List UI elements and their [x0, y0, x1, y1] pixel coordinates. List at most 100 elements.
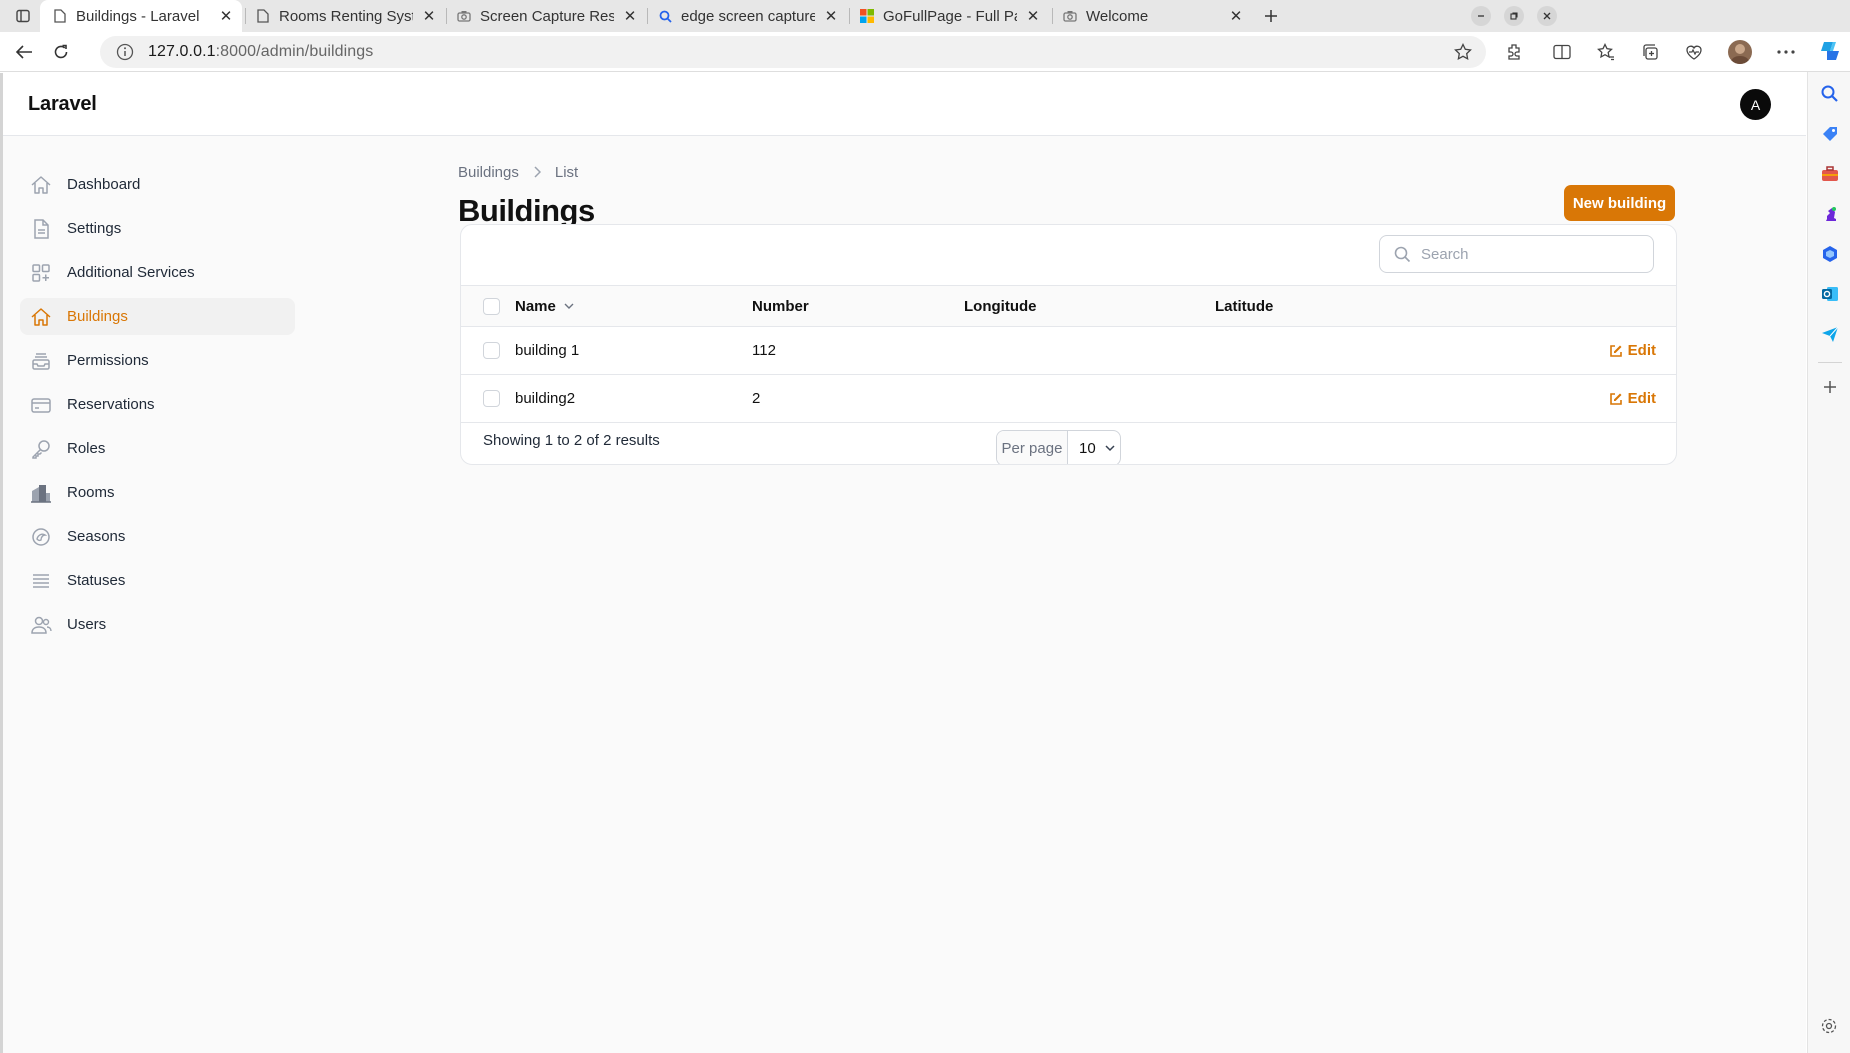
profile-avatar-icon[interactable] [1728, 40, 1752, 64]
edit-button[interactable]: Edit [1609, 342, 1656, 359]
camera-icon [456, 8, 472, 24]
back-icon[interactable] [12, 40, 36, 64]
send-drop-icon[interactable] [1820, 324, 1840, 344]
close-icon[interactable]: ✕ [1228, 8, 1244, 25]
row-checkbox[interactable] [483, 342, 500, 359]
refresh-icon[interactable] [49, 40, 73, 64]
per-page-dropdown[interactable]: 10 [1068, 431, 1120, 464]
users-icon [30, 614, 52, 636]
edit-button[interactable]: Edit [1609, 390, 1656, 407]
pencil-square-icon [1609, 344, 1622, 357]
sidebar-item-settings[interactable]: Settings [20, 210, 295, 247]
browser-tab[interactable]: Screen Capture Result ✕ [444, 0, 646, 32]
sidebar-item-statuses[interactable]: Statuses [20, 562, 295, 599]
url-text: 127.0.0.1:8000/admin/buildings [148, 43, 373, 61]
cell-number: 112 [752, 342, 776, 359]
tab-actions-icon[interactable] [13, 6, 33, 26]
close-icon[interactable]: ✕ [622, 8, 638, 25]
column-name-sort[interactable]: Name [515, 298, 574, 315]
close-icon[interactable]: ✕ [421, 8, 437, 25]
add-icon[interactable] [1820, 377, 1840, 397]
minimize-icon[interactable] [1471, 6, 1491, 26]
browser-essentials-icon[interactable] [1683, 41, 1705, 63]
favorites-icon[interactable] [1595, 41, 1617, 63]
close-window-icon[interactable] [1537, 6, 1557, 26]
close-icon[interactable]: ✕ [1025, 8, 1041, 25]
sidebar-item-dashboard[interactable]: Dashboard [20, 166, 295, 203]
microsoft-icon [859, 8, 875, 24]
microsoft365-icon[interactable] [1820, 244, 1840, 264]
sun-icon [30, 526, 52, 548]
credit-card-icon [30, 394, 52, 416]
tab-title: Rooms Renting System [279, 7, 413, 25]
close-icon[interactable]: ✕ [823, 8, 839, 25]
sidebar-item-label: Roles [67, 440, 106, 457]
shopping-tag-icon[interactable] [1820, 124, 1840, 144]
page-icon [255, 8, 271, 24]
buildings-table-card: Name Number Longitude Latitude building … [460, 224, 1677, 465]
search-icon[interactable] [1820, 84, 1840, 104]
sidebar-item-label: Statuses [67, 572, 126, 589]
sidebar-item-label: Buildings [67, 308, 128, 325]
row-checkbox[interactable] [483, 390, 500, 407]
browser-sidebar [1807, 72, 1850, 1053]
user-avatar[interactable]: A [1740, 89, 1771, 120]
sidebar-settings-icon[interactable] [1820, 1017, 1840, 1037]
app-viewport: Laravel A Dashboard Settings Additional … [0, 73, 1806, 1053]
address-bar[interactable]: 127.0.0.1:8000/admin/buildings [100, 36, 1486, 68]
restore-icon[interactable] [1504, 6, 1524, 26]
games-chess-icon[interactable] [1820, 204, 1840, 224]
table-row[interactable]: building 1 112 Edit [461, 327, 1676, 375]
column-header-longitude: Longitude [964, 298, 1037, 315]
table-header: Name Number Longitude Latitude [461, 285, 1676, 327]
chevron-down-icon [1105, 444, 1115, 451]
sidebar-divider [1818, 362, 1842, 363]
sidebar-item-buildings[interactable]: Buildings [20, 298, 295, 335]
brand-logo[interactable]: Laravel [28, 93, 97, 116]
tab-title: Screen Capture Result [480, 7, 614, 25]
new-building-button[interactable]: New building [1564, 185, 1675, 221]
app-topbar: Laravel A [3, 73, 1806, 136]
table-row[interactable]: building2 2 Edit [461, 375, 1676, 423]
close-icon[interactable]: ✕ [218, 8, 234, 25]
sidebar-item-label: Settings [67, 220, 122, 237]
browser-tab[interactable]: edge screen capture exte ✕ [645, 0, 847, 32]
browser-tab-active[interactable]: Buildings - Laravel ✕ [40, 0, 242, 32]
info-icon[interactable] [116, 43, 134, 61]
sidebar-item-users[interactable]: Users [20, 606, 295, 643]
browser-tab[interactable]: GoFullPage - Full Page Scr ✕ [847, 0, 1049, 32]
breadcrumb-buildings[interactable]: Buildings [458, 164, 519, 181]
outlook-icon[interactable] [1820, 284, 1840, 304]
sidebar-nav: Dashboard Settings Additional Services B… [20, 166, 295, 650]
more-menu-icon[interactable] [1775, 41, 1797, 63]
tab-title: Welcome [1086, 7, 1149, 25]
edit-label: Edit [1627, 390, 1656, 407]
sidebar-item-reservations[interactable]: Reservations [20, 386, 295, 423]
column-header-number: Number [752, 298, 809, 315]
tools-briefcase-icon[interactable] [1820, 164, 1840, 184]
browser-tab-strip: Buildings - Laravel ✕ Rooms Renting Syst… [0, 0, 1850, 32]
collections-icon[interactable] [1639, 41, 1661, 63]
extensions-icon[interactable] [1503, 41, 1525, 63]
sidebar-item-additional-services[interactable]: Additional Services [20, 254, 295, 291]
per-page-value: 10 [1079, 439, 1096, 457]
building-icon [30, 482, 52, 504]
browser-tab[interactable]: Welcome ✕ [1050, 0, 1252, 32]
per-page-select[interactable]: Per page 10 [996, 430, 1121, 464]
sidebar-item-roles[interactable]: Roles [20, 430, 295, 467]
sidebar-item-rooms[interactable]: Rooms [20, 474, 295, 511]
search-field[interactable] [1379, 235, 1654, 273]
sidebar-item-permissions[interactable]: Permissions [20, 342, 295, 379]
cell-name: building 1 [515, 342, 580, 359]
sidebar-item-label: Seasons [67, 528, 126, 545]
new-tab-icon[interactable] [1261, 6, 1281, 26]
select-all-checkbox[interactable] [483, 298, 500, 315]
tab-title: GoFullPage - Full Page Scr [883, 7, 1017, 25]
sidebar-item-seasons[interactable]: Seasons [20, 518, 295, 555]
favorite-star-icon[interactable] [1454, 43, 1472, 61]
cell-name: building2 [515, 390, 576, 407]
split-screen-icon[interactable] [1551, 41, 1573, 63]
search-input[interactable] [1421, 245, 1641, 263]
copilot-icon[interactable] [1817, 38, 1843, 64]
browser-tab[interactable]: Rooms Renting System ✕ [243, 0, 445, 32]
